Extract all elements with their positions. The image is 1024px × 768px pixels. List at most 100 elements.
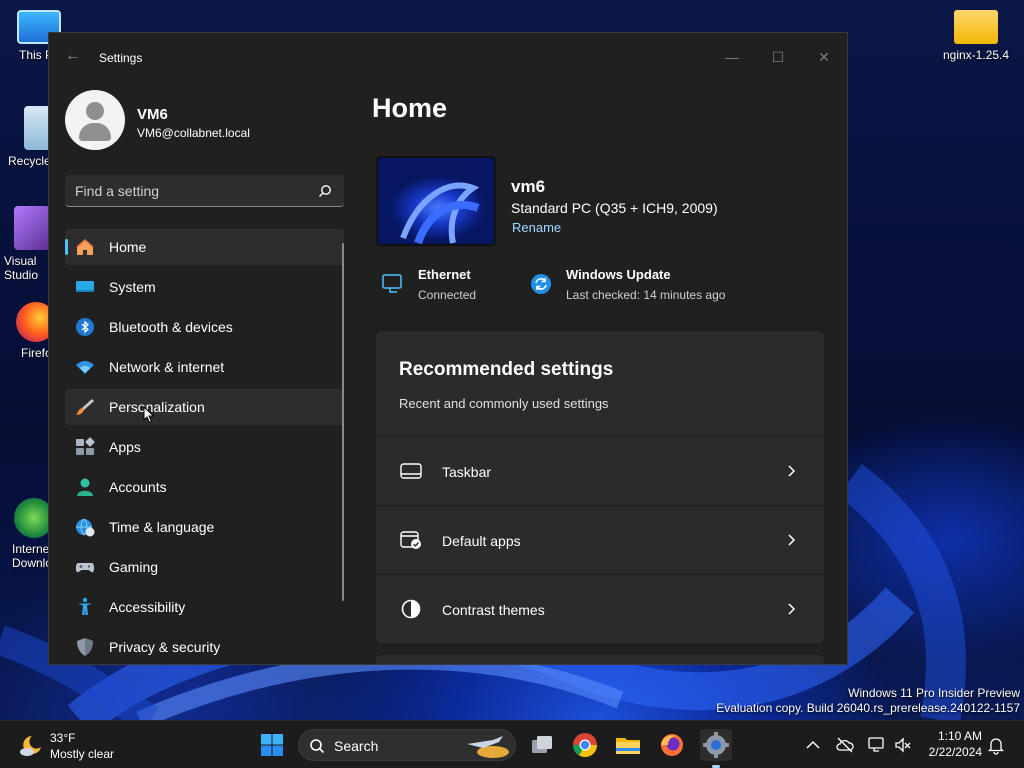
- folder-icon: [616, 738, 640, 754]
- contrast-icon: [401, 599, 421, 619]
- sidebar-item-label: Accessibility: [109, 599, 186, 615]
- search-input[interactable]: [75, 175, 315, 206]
- rename-link[interactable]: Rename: [512, 220, 561, 235]
- sidebar-item-personalization[interactable]: Personalization: [65, 389, 344, 425]
- user-email: VM6@collabnet.local: [137, 126, 250, 140]
- user-name: VM6: [137, 106, 168, 123]
- sidebar-item-accessibility[interactable]: Accessibility: [65, 589, 344, 625]
- firefox-icon: [661, 734, 683, 756]
- default-apps-icon: [400, 531, 421, 549]
- shield-icon: [77, 638, 93, 656]
- recommended-item-label: Taskbar: [442, 464, 492, 480]
- status-subtitle: Last checked: 14 minutes ago: [566, 288, 726, 302]
- sidebar-nav: Home System Bluetooth & devices Network …: [65, 229, 344, 664]
- settings-taskbar-button[interactable]: [700, 729, 732, 761]
- next-card-partial: [376, 655, 824, 664]
- sidebar-item-bluetooth[interactable]: Bluetooth & devices: [65, 309, 344, 345]
- sidebar-item-privacy[interactable]: Privacy & security: [65, 629, 344, 664]
- gamepad-icon: [75, 563, 95, 573]
- desktop-icon-label: Visual Studio 2022 Preview: [4, 254, 39, 284]
- visual-studio-icon: [14, 206, 50, 250]
- sidebar-item-accounts[interactable]: Accounts: [65, 469, 344, 505]
- chevron-right-icon: [788, 534, 796, 546]
- active-indicator: [65, 239, 68, 255]
- recommended-item-contrast-themes[interactable]: Contrast themes: [376, 574, 824, 642]
- sidebar-item-system[interactable]: System: [65, 269, 344, 305]
- sidebar-item-label: Network & internet: [109, 359, 225, 375]
- recommended-settings-card: Recommended settings Recent and commonly…: [376, 331, 824, 643]
- device-name: vm6: [511, 177, 546, 196]
- sidebar-item-label: Gaming: [109, 559, 159, 575]
- folder-icon: [954, 10, 998, 44]
- chevron-up-icon[interactable]: [803, 735, 823, 755]
- taskbar: 33°F Mostly clear Search 1:10 AM 2/22/20…: [0, 720, 1024, 768]
- volume-muted-icon[interactable]: [893, 735, 913, 755]
- sidebar-item-label: Apps: [109, 439, 141, 455]
- settings-search[interactable]: [65, 175, 344, 207]
- card-subtitle: Recent and commonly used settings: [399, 396, 609, 411]
- bloom-thumbnail-art: [400, 182, 480, 244]
- person-icon: [77, 478, 93, 496]
- recommended-item-default-apps[interactable]: Default apps: [376, 505, 824, 573]
- file-explorer-taskbar-button[interactable]: [612, 729, 644, 761]
- windows-update-status[interactable]: Windows Update Last checked: 14 minutes …: [529, 265, 749, 305]
- search-icon[interactable]: [318, 184, 332, 198]
- search-highlight-icon: [467, 736, 509, 758]
- ethernet-status[interactable]: Ethernet Connected: [381, 265, 521, 305]
- device-wallpaper-thumbnail: [376, 156, 496, 246]
- search-icon: [310, 739, 325, 754]
- back-arrow-icon[interactable]: ←: [65, 48, 81, 64]
- sidebar-item-network[interactable]: Network & internet: [65, 349, 344, 385]
- sidebar-item-label: Home: [109, 239, 147, 255]
- sidebar-item-label: Time & language: [109, 519, 215, 535]
- firefox-taskbar-button[interactable]: [656, 729, 688, 761]
- recommended-item-taskbar[interactable]: Taskbar: [376, 436, 824, 504]
- cloud-offline-icon[interactable]: [835, 735, 855, 755]
- sidebar-item-label: System: [109, 279, 156, 295]
- search-label: Search: [334, 738, 379, 754]
- recommended-item-label: Default apps: [442, 533, 521, 549]
- device-model: Standard PC (Q35 + ICH9, 2009): [511, 200, 718, 216]
- watermark-build: Evaluation copy. Build 26040.rs_prerelea…: [716, 701, 1020, 715]
- sidebar-item-time-language[interactable]: Time & language: [65, 509, 344, 545]
- chrome-icon: [573, 733, 597, 758]
- system-icon: [76, 281, 94, 292]
- update-icon: [531, 274, 551, 294]
- taskbar-clock[interactable]: 1:10 AM 2/22/2024: [929, 728, 982, 760]
- status-title: Windows Update: [566, 267, 671, 282]
- start-button[interactable]: [256, 729, 288, 761]
- avatar: [65, 90, 125, 150]
- taskbar-search[interactable]: Search: [298, 729, 516, 761]
- page-title: Home: [372, 93, 448, 123]
- task-view-icon: [532, 736, 552, 753]
- home-content: Home vm6 Standard PC (Q35 + ICH9, 2009) …: [372, 33, 842, 664]
- user-profile[interactable]: VM6 VM6@collabnet.local: [65, 90, 355, 152]
- moon-cloud-icon: [20, 736, 41, 756]
- clock-time: 1:10 AM: [937, 729, 982, 743]
- brush-icon: [76, 399, 94, 415]
- ethernet-icon: [382, 274, 402, 293]
- notification-bell-icon[interactable]: [986, 735, 1006, 755]
- chrome-taskbar-button[interactable]: [569, 729, 601, 761]
- sidebar-item-home[interactable]: Home: [65, 229, 344, 265]
- accessibility-icon: [78, 597, 92, 615]
- sidebar-item-apps[interactable]: Apps: [65, 429, 344, 465]
- sidebar-item-label: Accounts: [109, 479, 167, 495]
- taskbar-icon: [400, 463, 422, 479]
- task-view-button[interactable]: [526, 729, 558, 761]
- desktop-icon-nginx-folder[interactable]: nginx-1.25.4: [940, 10, 1012, 62]
- weather-widget[interactable]: 33°F Mostly clear: [14, 729, 134, 761]
- sidebar-scrollbar[interactable]: [342, 243, 344, 601]
- window-title: Settings: [99, 51, 143, 65]
- recommended-item-label: Contrast themes: [442, 602, 545, 618]
- clock-date: 2/22/2024: [928, 745, 982, 759]
- status-subtitle: Connected: [418, 288, 477, 302]
- globe-clock-icon: [76, 518, 95, 537]
- sidebar-item-label: Personalization: [109, 399, 205, 415]
- weather-temp: 33°F: [50, 731, 76, 745]
- desktop-icon-label: Recycle Bin: [8, 154, 52, 168]
- sidebar-item-gaming[interactable]: Gaming: [65, 549, 344, 585]
- sidebar-item-label: Privacy & security: [109, 639, 221, 655]
- network-icon[interactable]: [867, 735, 887, 755]
- watermark-edition: Windows 11 Pro Insider Preview: [848, 686, 1020, 700]
